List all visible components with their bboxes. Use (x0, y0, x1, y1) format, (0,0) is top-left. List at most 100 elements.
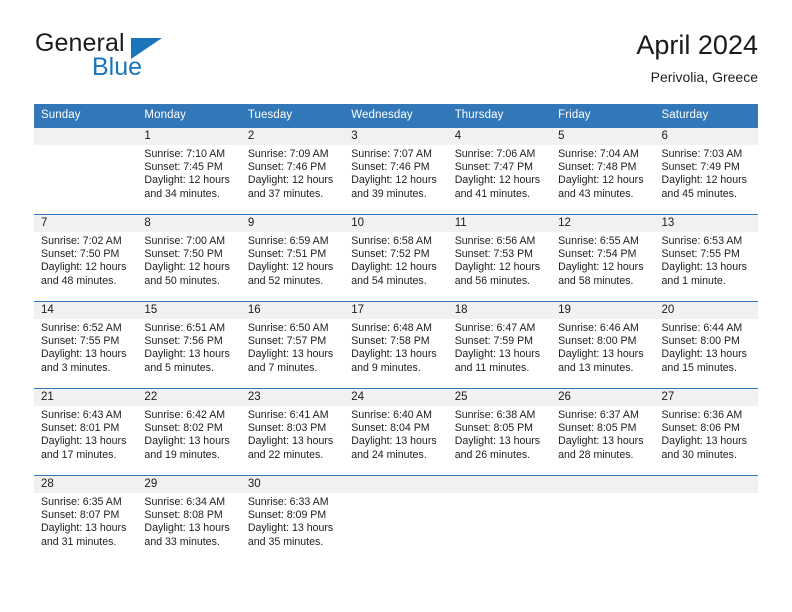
day-cell-content: 13 Sunrise: 6:53 AM Sunset: 7:55 PM Dayligh… (654, 215, 758, 301)
day-cell-content: 3 Sunrise: 7:07 AM Sunset: 7:46 PM Daylight… (344, 128, 448, 214)
daylight-duration-line1: Daylight: 12 hours (558, 174, 644, 187)
daylight-duration-line2: and 41 minutes. (454, 187, 531, 200)
calendar-day-cell[interactable]: 23 Sunrise: 6:41 AM Sunset: 8:03 PM Dayligh… (240, 388, 345, 476)
calendar-day-cell[interactable]: 30 Sunrise: 6:33 AM Sunset: 8:09 PM Dayligh… (240, 475, 345, 562)
calendar-day-cell[interactable]: 22 Sunrise: 6:42 AM Sunset: 8:02 PM Dayligh… (137, 388, 241, 476)
sunrise-time: Sunrise: 6:47 AM (454, 322, 536, 334)
day-details: Sunrise: 7:02 AM Sunset: 7:50 PM Daylight:… (34, 232, 137, 288)
sunrise-time: Sunrise: 7:09 AM (247, 148, 329, 160)
calendar-day-cell[interactable]: 26 Sunrise: 6:37 AM Sunset: 8:05 PM Dayligh… (551, 388, 655, 476)
day-details (655, 493, 758, 496)
day-details: Sunrise: 6:58 AM Sunset: 7:52 PM Daylight:… (344, 232, 447, 288)
calendar-day-cell[interactable]: 4 Sunrise: 7:06 AM Sunset: 7:47 PM Daylight… (447, 127, 552, 215)
location-subtitle: Perivolia, Greece (650, 69, 758, 85)
calendar-day-cell[interactable]: 7 Sunrise: 7:02 AM Sunset: 7:50 PM Daylight… (34, 214, 138, 302)
sunrise-time: Sunrise: 7:07 AM (351, 148, 432, 160)
sunrise-time: Sunrise: 6:41 AM (247, 409, 329, 421)
sunrise-time: Sunrise: 7:03 AM (661, 148, 743, 160)
day-number: 17 (344, 302, 448, 319)
sunrise-time: Sunrise: 6:50 AM (247, 322, 329, 334)
calendar-day-cell[interactable]: 15 Sunrise: 6:51 AM Sunset: 7:56 PM Dayligh… (137, 301, 241, 389)
sunrise-time: Sunrise: 7:02 AM (41, 235, 122, 247)
daylight-duration-line2: and 39 minutes. (351, 187, 427, 200)
sunset-time: Sunset: 7:55 PM (661, 248, 740, 261)
daylight-duration-line2: and 56 minutes. (454, 274, 531, 287)
calendar-day-cell-empty (551, 475, 655, 562)
calendar-day-cell[interactable]: 17 Sunrise: 6:48 AM Sunset: 7:58 PM Dayligh… (344, 301, 448, 389)
day-number: 15 (137, 302, 241, 319)
calendar-body: 1 Sunrise: 7:10 AM Sunset: 7:45 PM Daylight… (34, 127, 758, 562)
sunset-time: Sunset: 8:02 PM (144, 422, 223, 435)
day-cell-content: 29 Sunrise: 6:34 AM Sunset: 8:08 PM Dayligh… (137, 476, 241, 562)
day-cell-content: 7 Sunrise: 7:02 AM Sunset: 7:50 PM Daylight… (34, 215, 138, 301)
calendar-day-cell[interactable]: 28 Sunrise: 6:35 AM Sunset: 8:07 PM Dayligh… (34, 475, 138, 562)
day-details: Sunrise: 6:47 AM Sunset: 7:59 PM Daylight:… (448, 319, 551, 375)
calendar-day-cell[interactable]: 24 Sunrise: 6:40 AM Sunset: 8:04 PM Dayligh… (344, 388, 448, 476)
daylight-duration-line2: and 58 minutes. (558, 274, 634, 287)
daylight-duration-line2: and 48 minutes. (41, 274, 117, 287)
sunrise-time: Sunrise: 6:33 AM (247, 496, 329, 508)
calendar-day-cell[interactable]: 8 Sunrise: 7:00 AM Sunset: 7:50 PM Daylight… (137, 214, 241, 302)
calendar-day-cell[interactable]: 6 Sunrise: 7:03 AM Sunset: 7:49 PM Daylight… (654, 127, 758, 215)
day-details: Sunrise: 7:04 AM Sunset: 7:48 PM Daylight:… (551, 145, 654, 201)
day-cell-content: 15 Sunrise: 6:51 AM Sunset: 7:56 PM Dayligh… (137, 302, 241, 388)
calendar-day-cell[interactable]: 16 Sunrise: 6:50 AM Sunset: 7:57 PM Dayligh… (240, 301, 345, 389)
sunrise-time: Sunrise: 6:53 AM (661, 235, 743, 247)
calendar-day-cell[interactable]: 2 Sunrise: 7:09 AM Sunset: 7:46 PM Daylight… (240, 127, 345, 215)
day-number: 27 (654, 389, 758, 406)
brand-logo[interactable]: General Blue (34, 28, 264, 90)
sunset-time: Sunset: 8:01 PM (41, 422, 120, 435)
calendar-day-cell[interactable]: 12 Sunrise: 6:55 AM Sunset: 7:54 PM Dayligh… (551, 214, 655, 302)
day-details: Sunrise: 7:09 AM Sunset: 7:46 PM Daylight:… (241, 145, 344, 201)
calendar-day-cell[interactable]: 18 Sunrise: 6:47 AM Sunset: 7:59 PM Dayligh… (447, 301, 552, 389)
day-number: 24 (344, 389, 448, 406)
day-number: 5 (551, 128, 655, 145)
day-cell-content: 10 Sunrise: 6:58 AM Sunset: 7:52 PM Dayligh… (344, 215, 448, 301)
day-number: 10 (344, 215, 448, 232)
day-number: 23 (240, 389, 345, 406)
daylight-duration-line2: and 11 minutes. (454, 361, 530, 374)
daylight-duration-line1: Daylight: 13 hours (144, 348, 230, 361)
calendar-day-cell[interactable]: 20 Sunrise: 6:44 AM Sunset: 8:00 PM Dayligh… (654, 301, 758, 389)
calendar-day-cell[interactable]: 11 Sunrise: 6:56 AM Sunset: 7:53 PM Dayligh… (447, 214, 552, 302)
calendar-day-cell[interactable]: 13 Sunrise: 6:53 AM Sunset: 7:55 PM Dayligh… (654, 214, 758, 302)
day-cell-content: 6 Sunrise: 7:03 AM Sunset: 7:49 PM Daylight… (654, 128, 758, 214)
day-details: Sunrise: 6:50 AM Sunset: 7:57 PM Daylight:… (241, 319, 344, 375)
day-details: Sunrise: 6:51 AM Sunset: 7:56 PM Daylight:… (137, 319, 240, 375)
daylight-duration-line2: and 24 minutes. (351, 448, 427, 461)
sunrise-time: Sunrise: 6:58 AM (351, 235, 432, 247)
calendar-day-cell[interactable]: 27 Sunrise: 6:36 AM Sunset: 8:06 PM Dayligh… (654, 388, 758, 476)
day-details: Sunrise: 7:00 AM Sunset: 7:50 PM Daylight:… (137, 232, 240, 288)
calendar-day-cell[interactable]: 5 Sunrise: 7:04 AM Sunset: 7:48 PM Daylight… (551, 127, 655, 215)
daylight-duration-line1: Daylight: 13 hours (661, 261, 747, 274)
daylight-duration-line2: and 1 minute. (661, 274, 726, 287)
sunrise-time: Sunrise: 6:37 AM (558, 409, 639, 421)
sunset-time: Sunset: 7:50 PM (144, 248, 223, 261)
calendar-day-cell[interactable]: 29 Sunrise: 6:34 AM Sunset: 8:08 PM Dayligh… (137, 475, 241, 562)
calendar-day-cell[interactable]: 19 Sunrise: 6:46 AM Sunset: 8:00 PM Dayligh… (551, 301, 655, 389)
calendar-day-cell[interactable]: 3 Sunrise: 7:07 AM Sunset: 7:46 PM Daylight… (344, 127, 448, 215)
day-number: 26 (551, 389, 655, 406)
day-cell-content: 2 Sunrise: 7:09 AM Sunset: 7:46 PM Daylight… (240, 128, 345, 214)
daylight-duration-line2: and 7 minutes. (247, 361, 318, 374)
day-number (447, 476, 552, 493)
daylight-duration-line2: and 50 minutes. (144, 274, 220, 287)
calendar-day-cell[interactable]: 14 Sunrise: 6:52 AM Sunset: 7:55 PM Dayligh… (34, 301, 138, 389)
calendar-day-cell[interactable]: 25 Sunrise: 6:38 AM Sunset: 8:05 PM Dayligh… (447, 388, 552, 476)
day-details: Sunrise: 6:44 AM Sunset: 8:00 PM Daylight:… (655, 319, 758, 375)
brand-name-blue: Blue (92, 53, 143, 81)
day-details (448, 493, 551, 496)
calendar-day-cell[interactable]: 1 Sunrise: 7:10 AM Sunset: 7:45 PM Daylight… (137, 127, 241, 215)
daylight-duration-line1: Daylight: 13 hours (41, 435, 127, 448)
calendar-day-cell-empty (654, 475, 758, 562)
sunset-time: Sunset: 8:05 PM (558, 422, 637, 435)
calendar-day-cell[interactable]: 10 Sunrise: 6:58 AM Sunset: 7:52 PM Dayligh… (344, 214, 448, 302)
calendar-day-cell[interactable]: 21 Sunrise: 6:43 AM Sunset: 8:01 PM Dayligh… (34, 388, 138, 476)
day-cell-content: 28 Sunrise: 6:35 AM Sunset: 8:07 PM Dayligh… (34, 476, 138, 562)
day-cell-content: 24 Sunrise: 6:40 AM Sunset: 8:04 PM Dayligh… (344, 389, 448, 475)
calendar-day-cell[interactable]: 9 Sunrise: 6:59 AM Sunset: 7:51 PM Daylight… (240, 214, 345, 302)
day-details: Sunrise: 6:35 AM Sunset: 8:07 PM Daylight:… (34, 493, 137, 549)
calendar-week-row: 7 Sunrise: 7:02 AM Sunset: 7:50 PM Daylight… (34, 214, 758, 302)
weekday-header-thursday: Thursday (447, 104, 552, 128)
weekday-header-saturday: Saturday (654, 104, 758, 128)
